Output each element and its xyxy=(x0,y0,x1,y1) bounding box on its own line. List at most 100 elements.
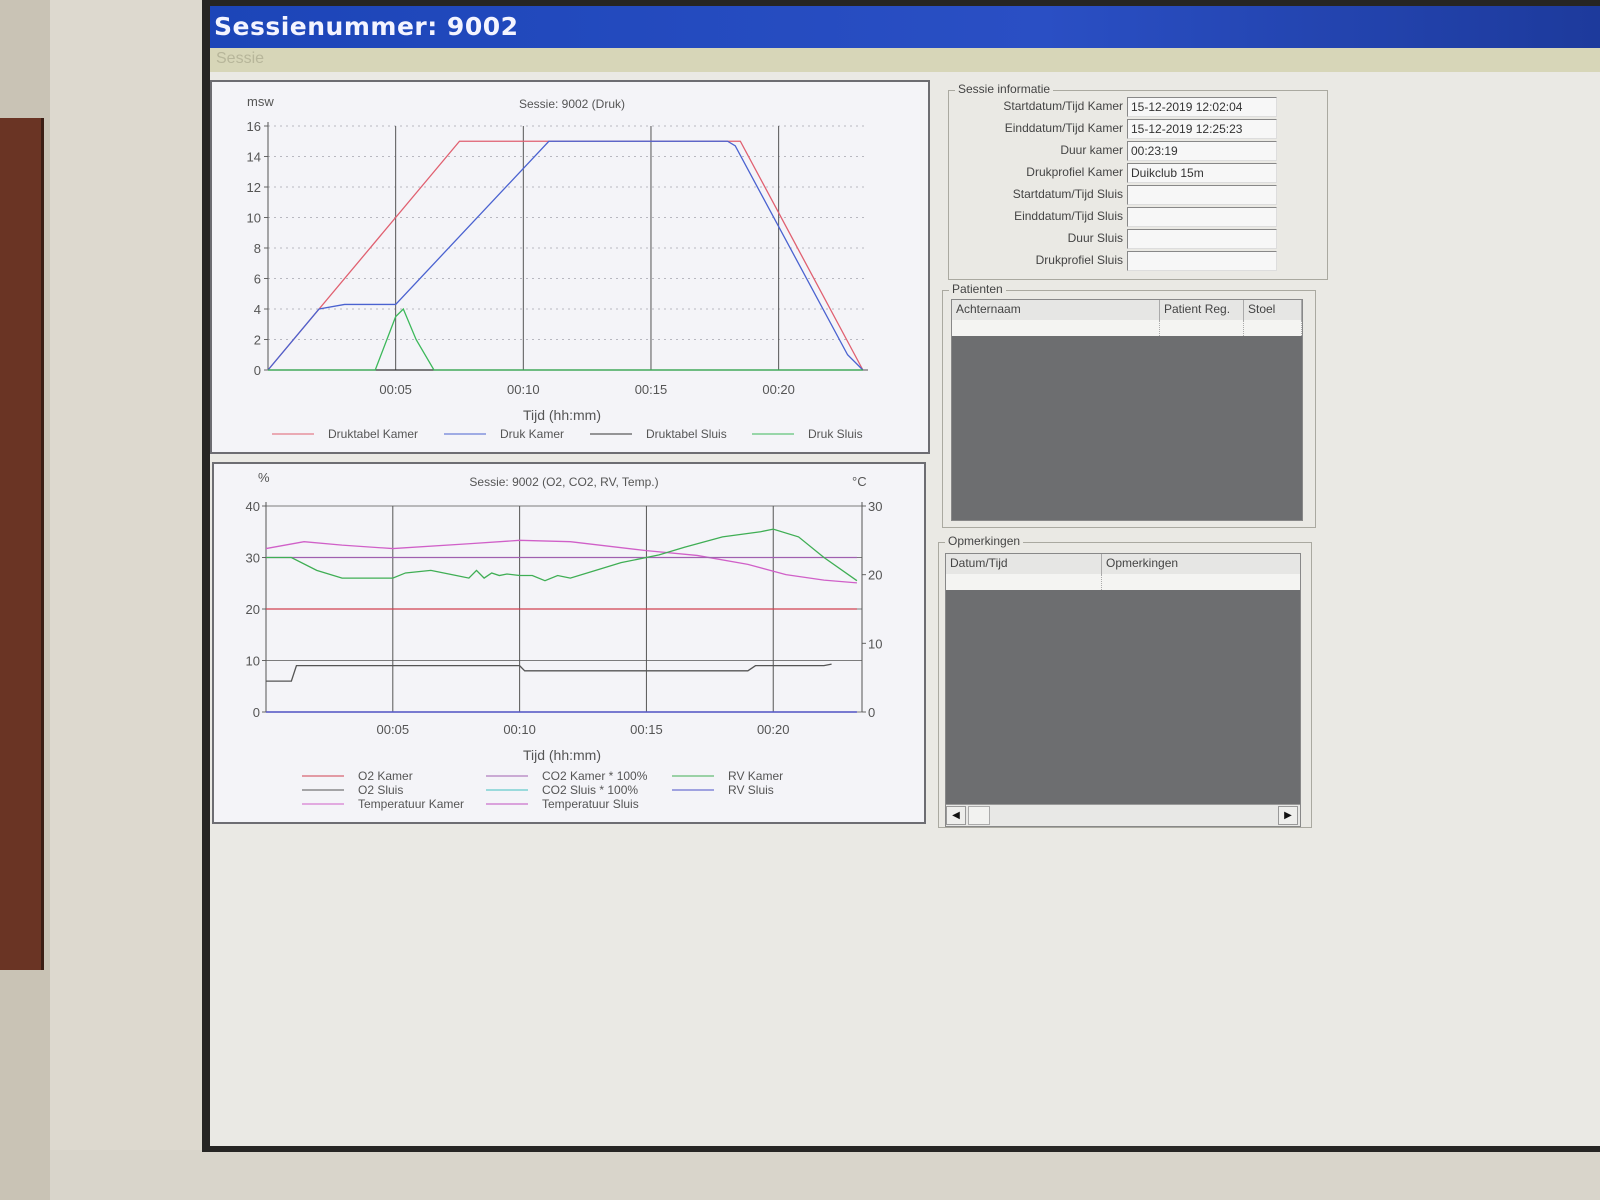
series-line xyxy=(267,140,864,371)
series-line xyxy=(266,528,858,582)
start-time-kamer-field[interactable]: 15-12-2019 12:02:04 xyxy=(1127,97,1277,117)
patients-group: Patienten Achternaam Patient Reg. Stoel xyxy=(942,282,1316,528)
legend-label: RV Sluis xyxy=(728,783,774,797)
y-tick-label-left: 0 xyxy=(253,705,260,720)
column-header-patient-reg[interactable]: Patient Reg. xyxy=(1160,300,1244,320)
monitor-bezel-left xyxy=(50,0,208,1200)
column-header-opmerkingen[interactable]: Opmerkingen xyxy=(1102,554,1300,574)
y-tick-label-right: 20 xyxy=(868,568,882,583)
info-label: Startdatum/Tijd Kamer xyxy=(1003,99,1123,113)
info-row-end-sluis: Einddatum/Tijd Sluis xyxy=(949,207,1329,229)
y-tick-label: 4 xyxy=(254,302,261,317)
background-shelf xyxy=(0,118,44,970)
menu-item-sessie[interactable]: Sessie xyxy=(216,50,264,68)
legend-label: O2 Sluis xyxy=(358,783,403,797)
legend-label: Temperatuur Sluis xyxy=(542,797,639,811)
start-time-sluis-field[interactable] xyxy=(1127,185,1277,205)
patients-grid[interactable]: Achternaam Patient Reg. Stoel xyxy=(951,299,1303,521)
x-tick-label: 00:20 xyxy=(757,722,790,737)
info-row-profile-sluis: Drukprofiel Sluis xyxy=(949,251,1329,273)
remarks-group: Opmerkingen Datum/Tijd Opmerkingen ◀ ▶ xyxy=(938,534,1312,828)
y-axis-unit-left: % xyxy=(258,470,270,485)
info-label: Einddatum/Tijd Kamer xyxy=(1004,121,1123,135)
legend-label: Temperatuur Kamer xyxy=(358,797,464,811)
x-tick-label: 00:05 xyxy=(379,382,412,397)
y-tick-label: 14 xyxy=(247,150,261,165)
remarks-grid-header: Datum/Tijd Opmerkingen xyxy=(946,554,1300,574)
legend-label: Druktabel Kamer xyxy=(328,427,418,441)
x-tick-label: 00:10 xyxy=(507,382,540,397)
y-tick-label: 0 xyxy=(254,363,261,378)
remarks-horizontal-scrollbar[interactable]: ◀ ▶ xyxy=(946,804,1300,826)
scroll-left-icon[interactable]: ◀ xyxy=(946,806,966,825)
column-header-stoel[interactable]: Stoel xyxy=(1244,300,1302,320)
legend-label: CO2 Kamer * 100% xyxy=(542,769,648,783)
y-tick-label: 10 xyxy=(247,211,261,226)
chart-title: Sessie: 9002 (Druk) xyxy=(519,97,625,111)
session-info-group: Sessie informatie Startdatum/Tijd Kamer … xyxy=(948,82,1329,280)
scrollbar-thumb[interactable] xyxy=(968,806,990,825)
y-tick-label-right: 10 xyxy=(868,636,882,651)
info-row-start-kamer: Startdatum/Tijd Kamer 15-12-2019 12:02:0… xyxy=(949,97,1329,119)
series-line xyxy=(267,140,864,371)
info-label: Drukprofiel Kamer xyxy=(1026,165,1123,179)
info-label: Startdatum/Tijd Sluis xyxy=(1012,187,1123,201)
environment-chart: % °C Sessie: 9002 (O2, CO2, RV, Temp.) 0 10 2… xyxy=(246,470,883,811)
x-tick-label: 00:15 xyxy=(635,382,668,397)
y-tick-label-left: 10 xyxy=(246,654,260,669)
y-tick-label: 8 xyxy=(254,241,261,256)
y-tick-label-right: 30 xyxy=(868,499,882,514)
remarks-grid[interactable]: Datum/Tijd Opmerkingen ◀ ▶ xyxy=(945,553,1301,827)
profile-kamer-field[interactable]: Duikclub 15m xyxy=(1127,163,1277,183)
x-axis-label: Tijd (hh:mm) xyxy=(523,407,601,423)
info-row-profile-kamer: Drukprofiel Kamer Duikclub 15m xyxy=(949,163,1329,185)
info-label: Duur kamer xyxy=(1060,143,1123,157)
info-row-duration-kamer: Duur kamer 00:23:19 xyxy=(949,141,1329,163)
column-header-achternaam[interactable]: Achternaam xyxy=(952,300,1160,320)
x-axis-label: Tijd (hh:mm) xyxy=(523,747,601,763)
legend-label: Druk Sluis xyxy=(808,427,863,441)
remarks-new-row[interactable] xyxy=(946,574,1300,590)
info-label: Drukprofiel Sluis xyxy=(1035,253,1123,267)
info-row-end-kamer: Einddatum/Tijd Kamer 15-12-2019 12:25:23 xyxy=(949,119,1329,141)
column-header-datum-tijd[interactable]: Datum/Tijd xyxy=(946,554,1102,574)
y-axis-unit: msw xyxy=(247,94,274,109)
y-axis-unit-right: °C xyxy=(852,474,867,489)
y-tick-label-left: 40 xyxy=(246,499,260,514)
patients-title: Patienten xyxy=(949,282,1006,296)
patients-new-row[interactable] xyxy=(952,320,1302,336)
legend-label: O2 Kamer xyxy=(358,769,413,783)
client-area: msw Sessie: 9002 (Druk) 0 2 4 6 8 10 12 14 16 00:05… xyxy=(210,72,1600,1146)
info-label: Einddatum/Tijd Sluis xyxy=(1014,209,1123,223)
y-tick-label: 6 xyxy=(254,272,261,287)
series-line xyxy=(266,663,832,682)
end-time-kamer-field[interactable]: 15-12-2019 12:25:23 xyxy=(1127,119,1277,139)
monitor-bezel-bottom xyxy=(50,1150,1600,1200)
pressure-chart: msw Sessie: 9002 (Druk) 0 2 4 6 8 10 12 14 16 00:05… xyxy=(247,94,868,441)
legend-label: Druk Kamer xyxy=(500,427,564,441)
end-time-sluis-field[interactable] xyxy=(1127,207,1277,227)
y-tick-label: 12 xyxy=(247,180,261,195)
y-tick-label: 2 xyxy=(254,333,261,348)
info-row-duration-sluis: Duur Sluis xyxy=(949,229,1329,251)
y-tick-label: 16 xyxy=(247,119,261,134)
menu-bar: Sessie xyxy=(210,48,1600,72)
y-tick-label-left: 30 xyxy=(246,551,260,566)
window-titlebar: Sessienummer: 9002 xyxy=(210,6,1600,48)
pressure-chart-panel: msw Sessie: 9002 (Druk) 0 2 4 6 8 10 12 14 16 00:05… xyxy=(210,80,930,454)
profile-sluis-field[interactable] xyxy=(1127,251,1277,271)
chart-title: Sessie: 9002 (O2, CO2, RV, Temp.) xyxy=(469,475,658,489)
remarks-title: Opmerkingen xyxy=(945,534,1024,548)
x-tick-label: 00:10 xyxy=(503,722,536,737)
y-tick-label-right: 0 xyxy=(868,705,875,720)
patients-grid-header: Achternaam Patient Reg. Stoel xyxy=(952,300,1302,320)
x-tick-label: 00:20 xyxy=(762,382,795,397)
x-tick-label: 00:05 xyxy=(377,722,410,737)
y-tick-label-left: 20 xyxy=(246,602,260,617)
scroll-right-icon[interactable]: ▶ xyxy=(1278,806,1298,825)
duration-sluis-field[interactable] xyxy=(1127,229,1277,249)
duration-kamer-field[interactable]: 00:23:19 xyxy=(1127,141,1277,161)
info-row-start-sluis: Startdatum/Tijd Sluis xyxy=(949,185,1329,207)
legend-label: RV Kamer xyxy=(728,769,783,783)
session-info-title: Sessie informatie xyxy=(955,82,1054,96)
